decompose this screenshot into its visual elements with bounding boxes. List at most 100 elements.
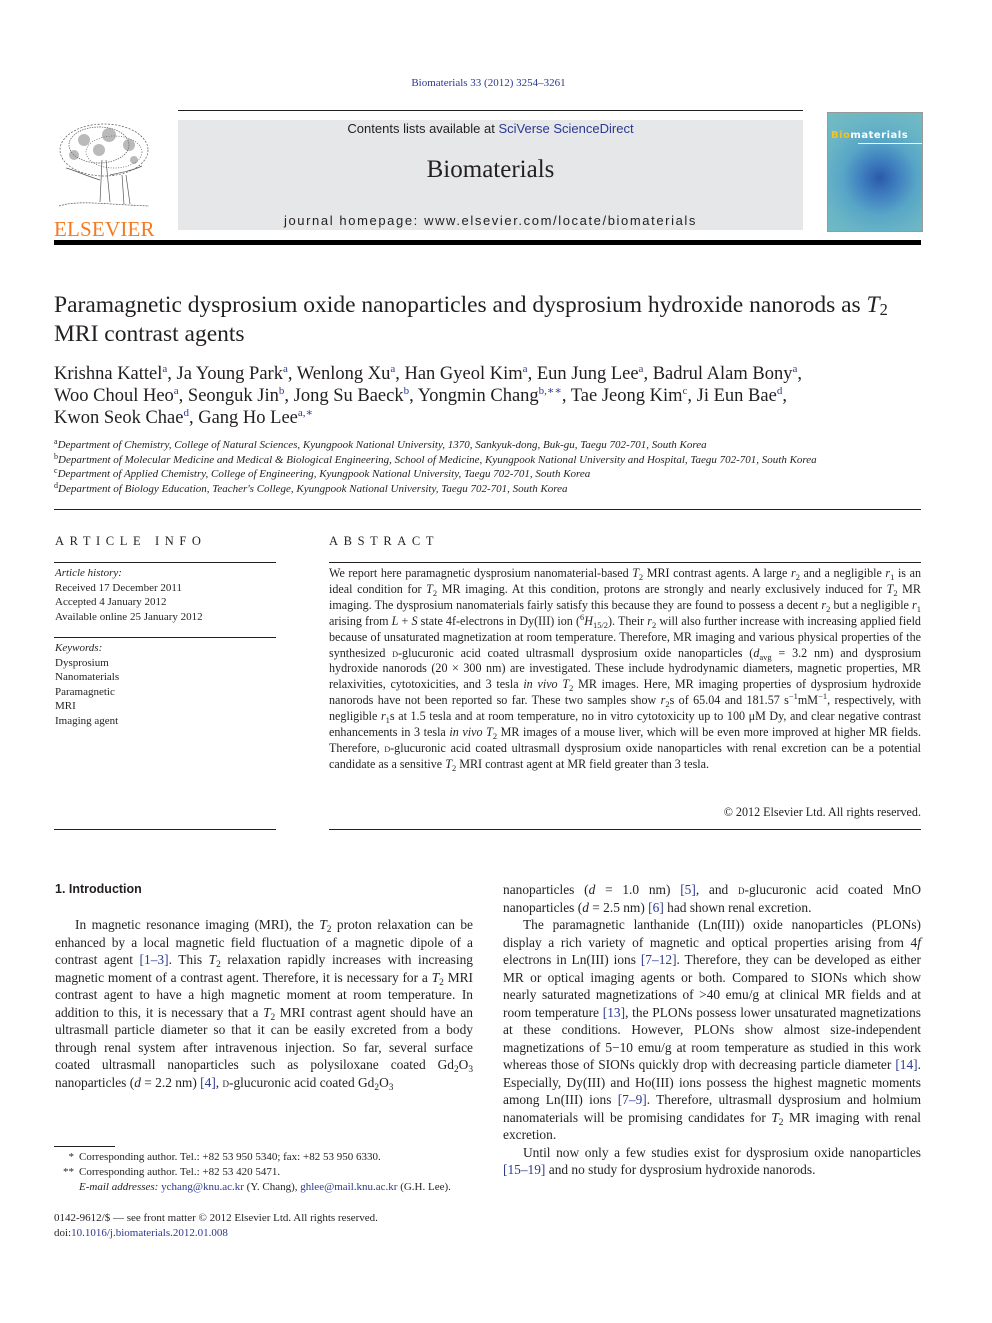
email-link[interactable]: ghlee@mail.knu.ac.kr	[300, 1181, 397, 1193]
header-thick-rule	[54, 240, 921, 245]
citation-link[interactable]: [7–9]	[618, 1092, 647, 1107]
title-t-symbol: T	[866, 292, 880, 318]
keywords-block: Keywords: Dysprosium Nanomaterials Param…	[55, 641, 119, 729]
introduction-heading: 1. Introduction	[55, 882, 142, 896]
citation-link[interactable]: [1–3]	[140, 952, 169, 967]
affiliation-list: aDepartment of Chemistry, College of Nat…	[54, 438, 934, 496]
citation-link[interactable]: [7–12]	[641, 952, 677, 967]
citation-link[interactable]: [14]	[895, 1057, 917, 1072]
keyword: Paramagnetic	[55, 685, 115, 698]
citation-link[interactable]: [13]	[603, 1005, 625, 1020]
footnote: ** Corresponding author. Tel.: +82 53 420…	[54, 1165, 484, 1180]
author-affiliation-mark[interactable]: b,∗∗	[539, 385, 562, 397]
email-footnote: E-mail addresses: ychang@knu.ac.kr (Y. C…	[54, 1180, 484, 1195]
author-name[interactable]: Tae Jeong Kim	[571, 386, 683, 406]
article-info-rule	[54, 829, 276, 830]
contents-availability: Contents lists available at SciVerse Sci…	[178, 121, 803, 136]
author-separator: ,	[687, 386, 697, 406]
author-name[interactable]: Yongmin Chang	[418, 386, 539, 406]
keyword: Dysprosium	[55, 656, 109, 669]
body-column-left: In magnetic resonance imaging (MRI), the…	[55, 916, 474, 1093]
affiliation: bDepartment of Molecular Medicine and Me…	[54, 452, 934, 468]
journal-homepage-link[interactable]: journal homepage: www.elsevier.com/locat…	[178, 213, 803, 228]
abstract-rule	[329, 829, 921, 830]
section-rule	[54, 509, 921, 510]
journal-name: Biomaterials	[426, 156, 555, 183]
author-name[interactable]: Ji Eun Bae	[697, 386, 777, 406]
doi-link[interactable]: 10.1016/j.biomaterials.2012.01.008	[71, 1227, 228, 1239]
author-name[interactable]: Han Gyeol Kim	[404, 364, 522, 384]
email-owner: (G.H. Lee).	[397, 1181, 451, 1193]
author-separator: ,	[797, 364, 802, 384]
author-separator: ,	[178, 386, 188, 406]
cover-title-rest: materials	[850, 130, 909, 141]
article-history: Article history: Received 17 December 20…	[55, 566, 203, 625]
abstract-rule	[329, 562, 921, 563]
journal-cover-image[interactable]: Biomaterials	[827, 112, 923, 232]
footnote-text: Corresponding author. Tel.: +82 53 950 5…	[79, 1151, 381, 1163]
author-separator: ,	[287, 364, 297, 384]
author-separator: ,	[284, 386, 294, 406]
author-name[interactable]: Ja Young Park	[177, 364, 283, 384]
affiliation-text: Department of Biology Education, Teacher…	[58, 482, 568, 495]
author-name[interactable]: Krishna Kattel	[54, 364, 162, 384]
article-info-rule	[54, 562, 276, 563]
doi-line: doi:10.1016/j.biomaterials.2012.01.008	[54, 1226, 378, 1241]
keywords-label: Keywords:	[55, 642, 103, 654]
journal-banner: Contents lists available at SciVerse Sci…	[178, 120, 803, 230]
author-name[interactable]: Seonguk Jin	[188, 386, 279, 406]
keyword: Nanomaterials	[55, 671, 120, 684]
author-name[interactable]: Gang Ho Lee	[198, 408, 298, 428]
author-separator: ,	[782, 386, 787, 406]
doi-label: doi:	[54, 1227, 72, 1239]
author-list: Krishna Kattela, Ja Young Parka, Wenlong…	[54, 363, 924, 429]
author-name[interactable]: Kwon Seok Chae	[54, 408, 183, 428]
history-label: Article history:	[55, 567, 122, 579]
footnote-mark: *	[68, 1151, 75, 1163]
affiliation: aDepartment of Chemistry, College of Nat…	[54, 438, 934, 453]
cover-title: Biomaterials	[831, 130, 908, 141]
intro-paragraph: In magnetic resonance imaging (MRI), the…	[55, 917, 474, 1093]
author-affiliation-mark[interactable]: a,∗	[298, 407, 313, 419]
citation-link[interactable]: [5]	[680, 882, 696, 897]
article-title: Paramagnetic dysprosium oxide nanopartic…	[54, 291, 924, 349]
footnote: * Corresponding author. Tel.: +82 53 950 …	[54, 1150, 484, 1165]
contents-prefix: Contents lists available at	[347, 121, 499, 136]
citation-link[interactable]: [6]	[648, 900, 664, 915]
footnote-rule	[54, 1146, 115, 1147]
citation-link[interactable]: [15–19]	[503, 1162, 545, 1177]
front-matter: 0142-9612/$ — see front matter © 2012 El…	[54, 1211, 378, 1241]
article-info-rule	[54, 637, 276, 638]
author-name[interactable]: Jong Su Baeck	[294, 386, 404, 406]
keyword: Imaging agent	[55, 714, 119, 727]
abstract-text: We report here paramagnetic dysprosium n…	[329, 566, 922, 773]
author-separator: ,	[643, 364, 653, 384]
author-name[interactable]: Eun Jung Lee	[537, 364, 639, 384]
received-date: Received 17 December 2011	[55, 581, 182, 594]
elsevier-wordmark: ELSEVIER	[54, 217, 155, 241]
affiliation-text: Department of Molecular Medicine and Med…	[58, 453, 817, 466]
intro-paragraph: The paramagnetic lanthanide (Ln(III)) ox…	[503, 917, 921, 1142]
email-link[interactable]: ychang@knu.ac.kr	[161, 1181, 244, 1193]
sciencedirect-link[interactable]: SciVerse ScienceDirect	[498, 121, 633, 136]
article-info-heading: ARTICLE INFO	[55, 534, 207, 548]
intro-paragraph: Until now only a few studies exist for d…	[503, 1144, 921, 1178]
cover-rule	[858, 143, 922, 144]
footnote-mark: **	[63, 1166, 74, 1178]
abstract-copyright: © 2012 Elsevier Ltd. All rights reserved…	[723, 805, 921, 819]
elsevier-tree-icon	[54, 120, 154, 212]
affiliation: cDepartment of Applied Chemistry, Colleg…	[54, 467, 934, 482]
author-name[interactable]: Woo Choul Heo	[54, 386, 174, 406]
author-separator: ,	[527, 364, 537, 384]
author-separator: ,	[167, 364, 177, 384]
citation-link[interactable]: [4]	[200, 1075, 216, 1090]
elsevier-logo[interactable]: ELSEVIER	[54, 120, 156, 240]
intro-paragraph: nanoparticles (d = 1.0 nm) [5], and d-gl…	[503, 882, 921, 915]
author-separator: ,	[561, 386, 571, 406]
online-date: Available online 25 January 2012	[55, 611, 203, 624]
author-name[interactable]: Wenlong Xu	[297, 364, 391, 384]
author-name[interactable]: Badrul Alam Bony	[653, 364, 793, 384]
title-part-2: MRI contrast agents	[54, 321, 245, 347]
journal-citation-link[interactable]: Biomaterials 33 (2012) 3254–3261	[0, 77, 977, 89]
title-subscript: 2	[879, 300, 888, 319]
